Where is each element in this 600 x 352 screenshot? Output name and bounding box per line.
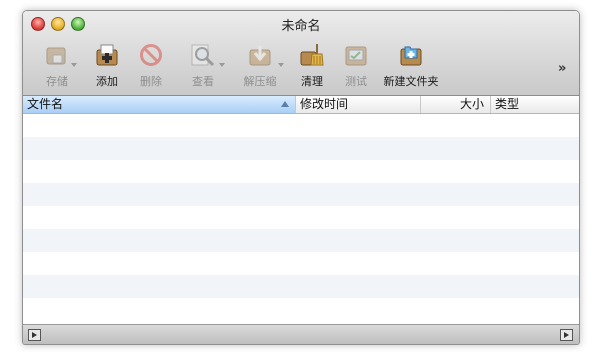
table-row — [23, 275, 579, 298]
view-button[interactable]: 查看 — [173, 41, 233, 91]
delete-no-icon — [140, 44, 162, 66]
column-type-label: 类型 — [495, 97, 520, 111]
delete-label: 删除 — [140, 75, 162, 88]
test-monitor-icon — [345, 46, 367, 66]
toolbar-overflow-icon[interactable]: » — [558, 61, 567, 76]
column-header-filename[interactable]: 文件名 — [23, 96, 296, 113]
table-row — [23, 252, 579, 275]
toolbar-area: 未命名 存储 添加 删除 查看 解压缩 清理 测试 新建文件夹 » — [23, 11, 579, 96]
view-label: 查看 — [192, 75, 214, 88]
column-header-size[interactable]: 大小 — [421, 96, 491, 113]
column-modified-label: 修改时间 — [300, 97, 349, 111]
table-row — [23, 229, 579, 252]
status-bar — [23, 324, 579, 344]
test-label: 测试 — [345, 75, 367, 88]
extract-box-icon — [249, 46, 271, 66]
table-row — [23, 183, 579, 206]
extract-button[interactable]: 解压缩 — [230, 41, 290, 91]
column-size-label: 大小 — [459, 97, 484, 111]
new-folder-button[interactable]: 新建文件夹 — [381, 41, 441, 91]
window-title: 未命名 — [281, 19, 321, 34]
magnifier-icon — [191, 44, 215, 67]
app-window: 未命名 存储 添加 删除 查看 解压缩 清理 测试 新建文件夹 » 文件名 修改… — [22, 10, 580, 345]
table-row — [23, 206, 579, 229]
column-header-modified[interactable]: 修改时间 — [296, 96, 421, 113]
view-menu-chevron-icon — [219, 63, 225, 67]
column-header-type[interactable]: 类型 — [491, 96, 579, 113]
test-button[interactable]: 测试 — [326, 41, 386, 91]
right-drawer-toggle-icon[interactable] — [560, 329, 573, 341]
left-drawer-toggle-icon[interactable] — [28, 329, 41, 341]
column-filename-label: 文件名 — [27, 97, 64, 111]
add-box-icon — [96, 44, 118, 66]
file-list[interactable] — [23, 114, 579, 324]
table-row — [23, 298, 579, 321]
table-row — [23, 137, 579, 160]
delete-button[interactable]: 删除 — [121, 41, 181, 91]
sort-ascending-icon — [281, 101, 289, 107]
new-folder-label: 新建文件夹 — [383, 75, 439, 88]
archive-store-icon — [46, 47, 66, 65]
new-folder-icon — [400, 46, 422, 66]
broom-box-icon — [300, 44, 324, 66]
table-header: 文件名 修改时间 大小 类型 — [23, 96, 579, 114]
table-row — [23, 114, 579, 137]
extract-label: 解压缩 — [243, 75, 277, 88]
table-row — [23, 160, 579, 183]
